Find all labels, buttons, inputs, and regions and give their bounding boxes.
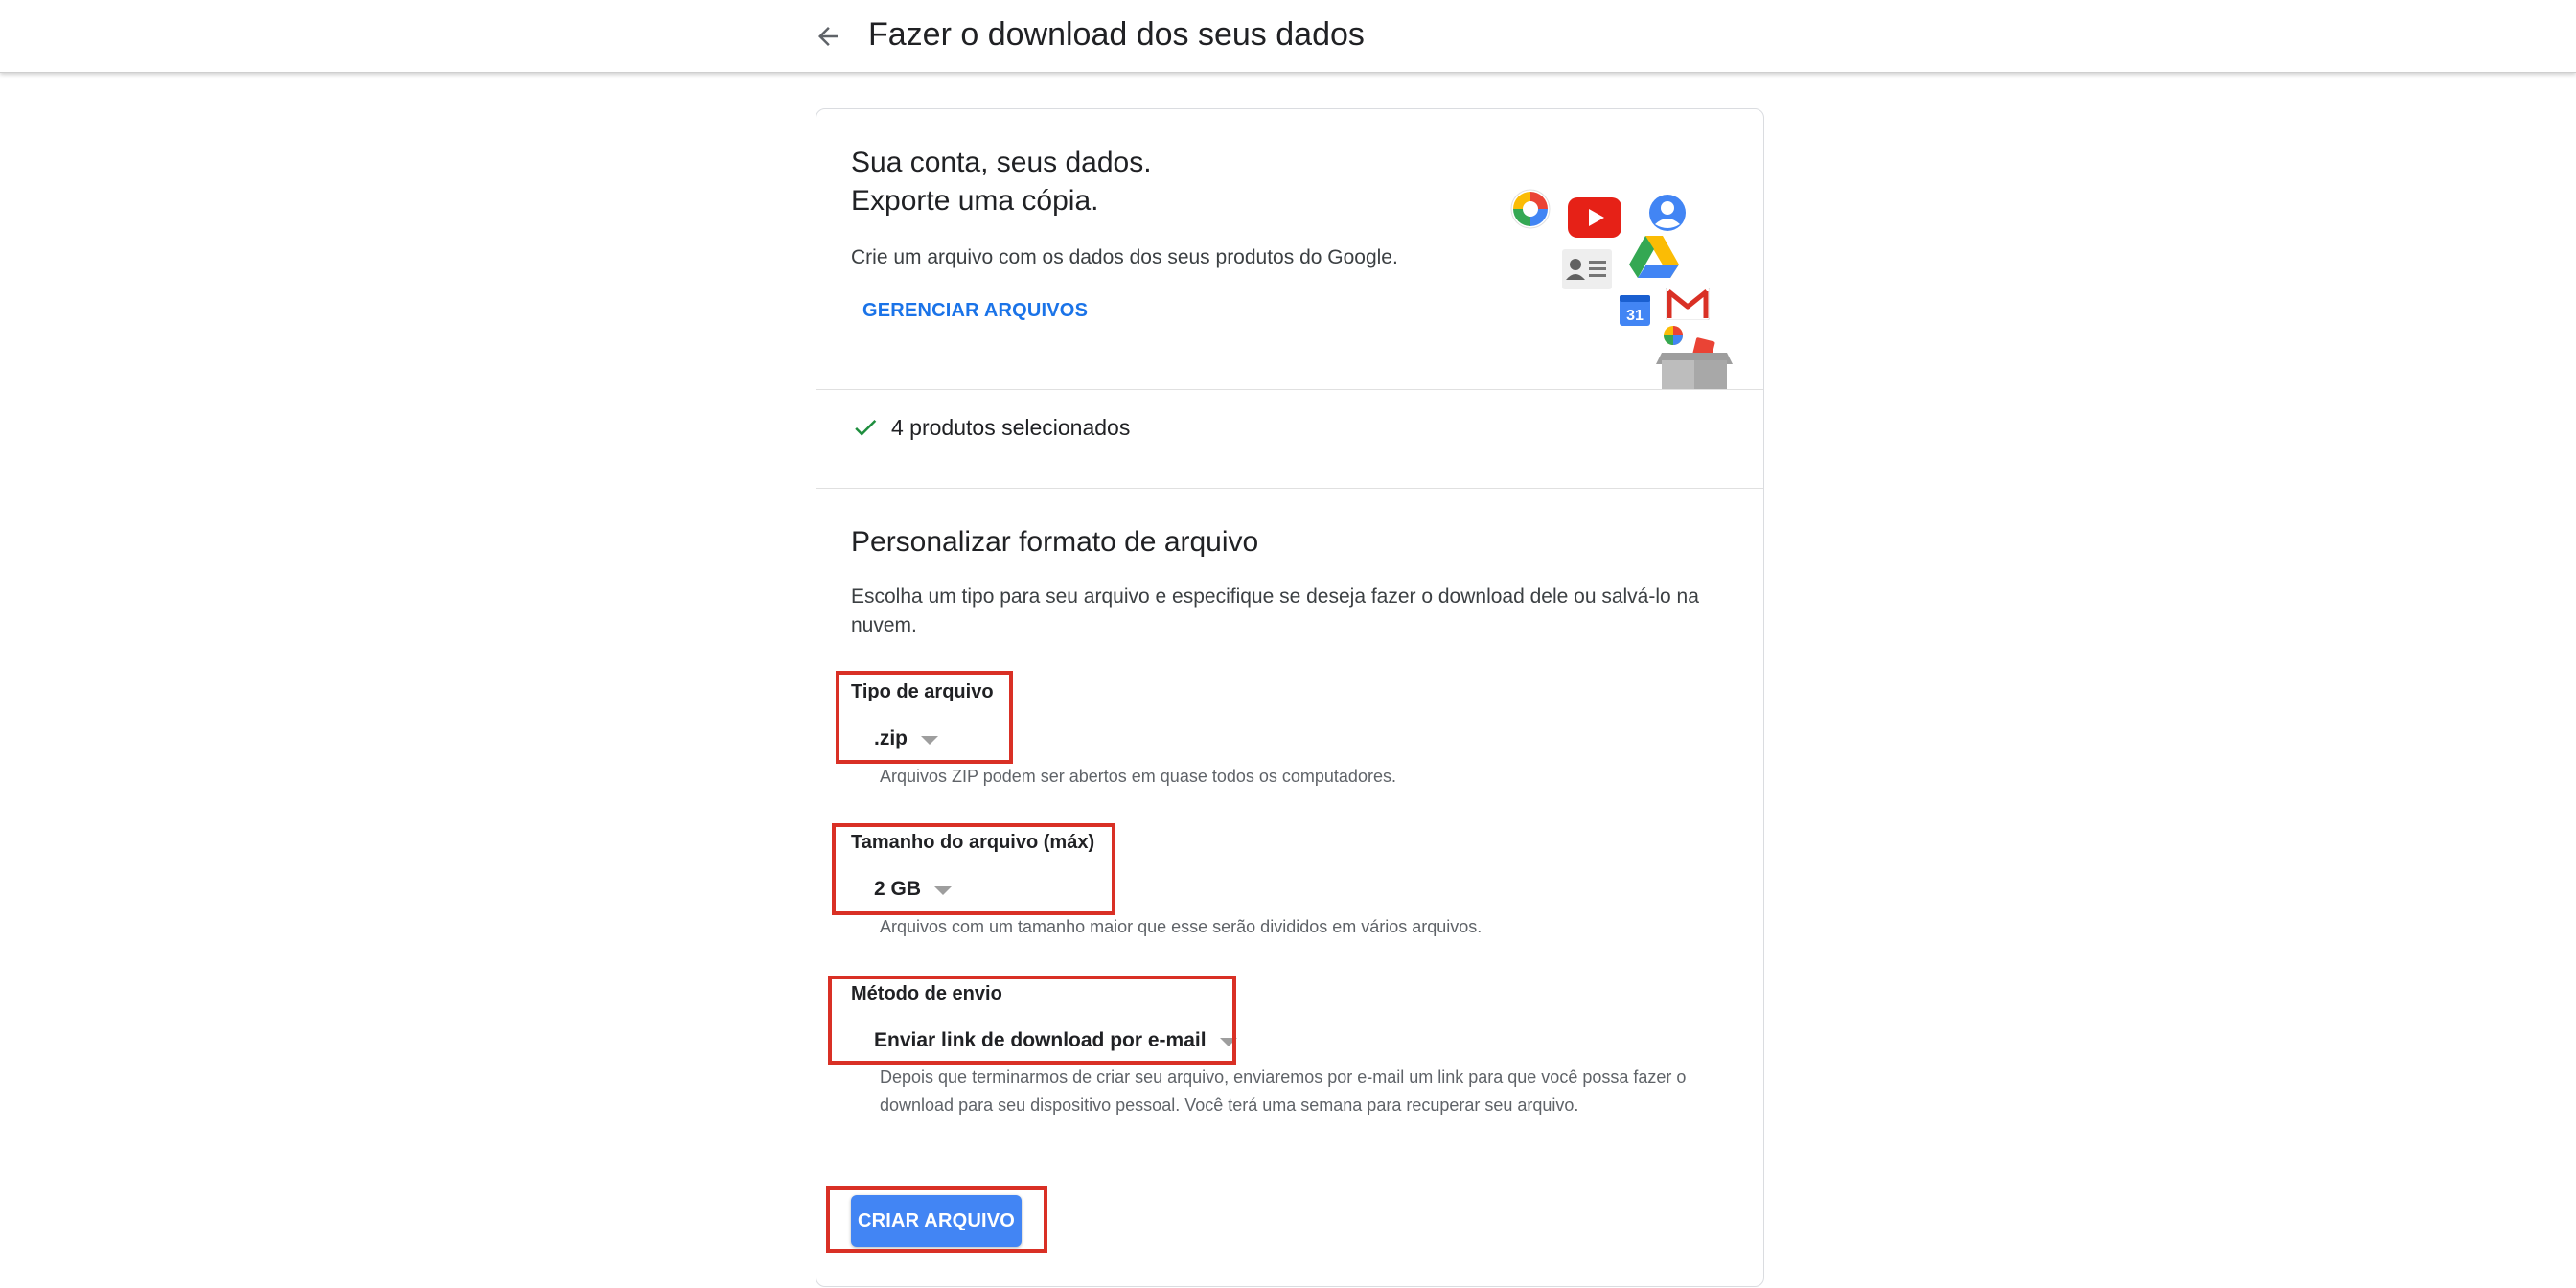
drive-icon <box>1629 236 1679 278</box>
file-size-helper: Arquivos com um tamanho maior que esse s… <box>880 917 1483 936</box>
export-card: Sua conta, seus dados. Exporte uma cópia… <box>816 108 1764 1287</box>
file-size-label: Tamanho do arquivo (máx) <box>851 832 1095 853</box>
calendar-day-label: 31 <box>1626 308 1644 324</box>
file-size-select[interactable]: 2 GB <box>874 870 953 908</box>
youtube-icon <box>1568 197 1622 238</box>
archive-box-icon <box>1656 326 1733 389</box>
manage-archives-link[interactable]: GERENCIAR ARQUIVOS <box>851 289 1099 332</box>
contacts-icon <box>1562 249 1612 289</box>
calendar-icon: 31 <box>1620 295 1650 326</box>
file-size-value: 2 GB <box>874 878 922 900</box>
divider-2 <box>816 488 1763 489</box>
chevron-down-icon <box>1219 1037 1237 1046</box>
app-bar: Fazer o download dos seus dados <box>0 0 2576 73</box>
photos-icon <box>1510 189 1551 229</box>
arrow-back-icon <box>818 27 838 46</box>
check-icon <box>855 419 877 436</box>
selected-products-label: 4 produtos selecionados <box>891 414 1131 440</box>
page-title: Fazer o download dos seus dados <box>868 16 1365 53</box>
file-type-select[interactable]: .zip <box>874 720 938 758</box>
file-type-value: .zip <box>874 727 908 749</box>
intro-heading-line2: Exporte uma cópia. <box>851 185 1099 217</box>
selected-products-row[interactable]: 4 produtos selecionados <box>851 408 1130 447</box>
delivery-method-label: Método de envio <box>851 983 1002 1004</box>
create-archive-button[interactable]: CRIAR ARQUIVO <box>851 1195 1022 1247</box>
file-type-helper: Arquivos ZIP podem ser abertos em quase … <box>880 767 1396 786</box>
chevron-down-icon <box>921 735 938 745</box>
intro-heading-line1: Sua conta, seus dados. <box>851 147 1152 178</box>
delivery-method-value: Enviar link de download por e-mail <box>874 1029 1207 1051</box>
format-section-title: Personalizar formato de arquivo <box>851 526 1259 558</box>
intro-description: Crie um arquivo com os dados dos seus pr… <box>851 246 1398 268</box>
back-button[interactable] <box>807 15 849 58</box>
chevron-down-icon <box>934 886 953 895</box>
delivery-method-select[interactable]: Enviar link de download por e-mail <box>874 1022 1237 1060</box>
delivery-method-helper: Depois que terminarmos de criar seu arqu… <box>880 1068 1687 1115</box>
file-type-label: Tipo de arquivo <box>851 681 994 702</box>
format-section-description: Escolha um tipo para seu arquivo e espec… <box>851 586 1699 636</box>
divider-1 <box>816 389 1763 390</box>
profile-icon <box>1649 195 1686 231</box>
gmail-icon <box>1666 288 1710 320</box>
